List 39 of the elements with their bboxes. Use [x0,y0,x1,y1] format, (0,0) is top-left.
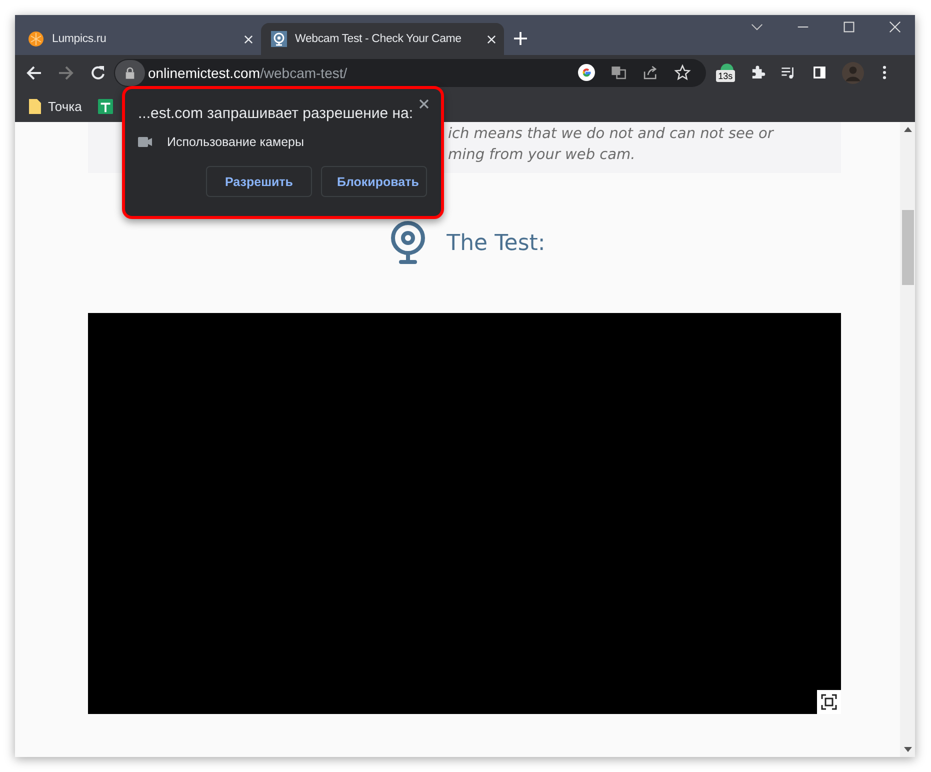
chevron-down-icon[interactable] [751,21,763,33]
star-icon[interactable] [674,64,692,81]
intro-text: ich means that we do not and can not see or [448,125,775,144]
new-tab-icon[interactable] [514,32,527,45]
permission-button[interactable]: Блокировать [321,166,427,197]
permission-text: Использование камеры [167,135,304,149]
popup-title: ...est.com запрашивает разрешение на: [138,105,414,122]
close-icon[interactable] [419,99,429,109]
scroll-up-icon[interactable] [904,127,912,132]
folder-icon[interactable] [29,98,41,114]
webcam-icon [271,31,287,47]
share-icon[interactable] [642,64,660,81]
url-text: onlinemictest.com/webcam-test/ [148,64,348,80]
browser-tab[interactable]: Lumpics.ru [18,23,261,55]
camera-icon [138,137,152,147]
reload-icon[interactable] [90,64,106,80]
permission-button[interactable]: Разрешить [206,166,312,197]
tab-title: Webcam Test - Check Your Came [295,33,462,45]
citrus-slice-icon [28,31,44,47]
intro-text: ming from your web cam. [448,146,636,165]
translate-icon[interactable] [610,64,628,81]
back-icon[interactable] [26,64,42,80]
side-panel-icon[interactable] [811,64,828,81]
scroll-thumb[interactable] [902,210,914,285]
bookmark-label[interactable]: Точка [48,98,82,114]
extension-badge: 13s [716,70,735,82]
address-bar[interactable]: onlinemictest.com/webcam-test/ [114,58,706,86]
maximize-icon[interactable] [843,21,855,33]
section-heading: The Test: [446,230,546,256]
lock-icon[interactable] [114,60,145,86]
fullscreen-button[interactable] [817,690,841,714]
scrollbar[interactable] [900,122,915,757]
google-icon[interactable] [578,64,596,81]
scroll-down-icon[interactable] [904,747,912,752]
extension-button[interactable]: 13s [716,60,738,86]
browser-tab[interactable]: Webcam Test - Check Your Came [261,23,504,55]
tab-title: Lumpics.ru [52,33,108,45]
gauge-icon [719,62,736,70]
spreadsheet-icon[interactable] [98,98,113,114]
